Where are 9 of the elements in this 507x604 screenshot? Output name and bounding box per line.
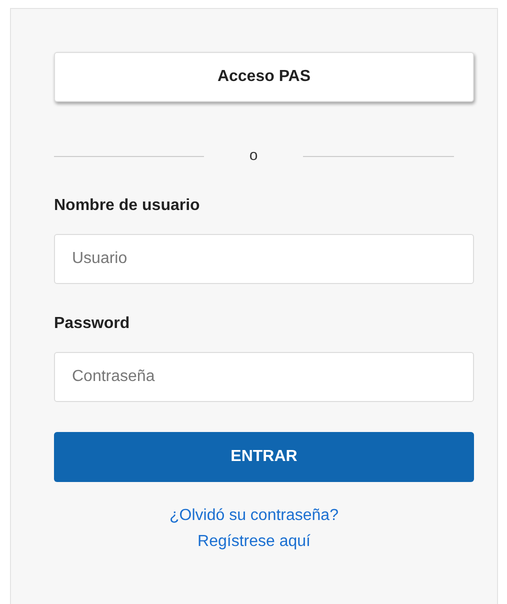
pas-login-button[interactable]: Acceso PAS [54, 52, 474, 102]
register-link[interactable]: Regístrese aquí [198, 532, 310, 552]
username-field[interactable]: Usuario [54, 234, 474, 284]
field-label: Nombre de usuario [54, 196, 201, 216]
divider-text: o [248, 146, 259, 166]
password-field[interactable]: Contraseña [54, 352, 474, 402]
field-label: Password [54, 314, 131, 334]
forgot-password-link[interactable]: ¿Olvidó su contraseña? [170, 506, 338, 526]
enter-button[interactable]: ENTRAR [54, 432, 474, 482]
